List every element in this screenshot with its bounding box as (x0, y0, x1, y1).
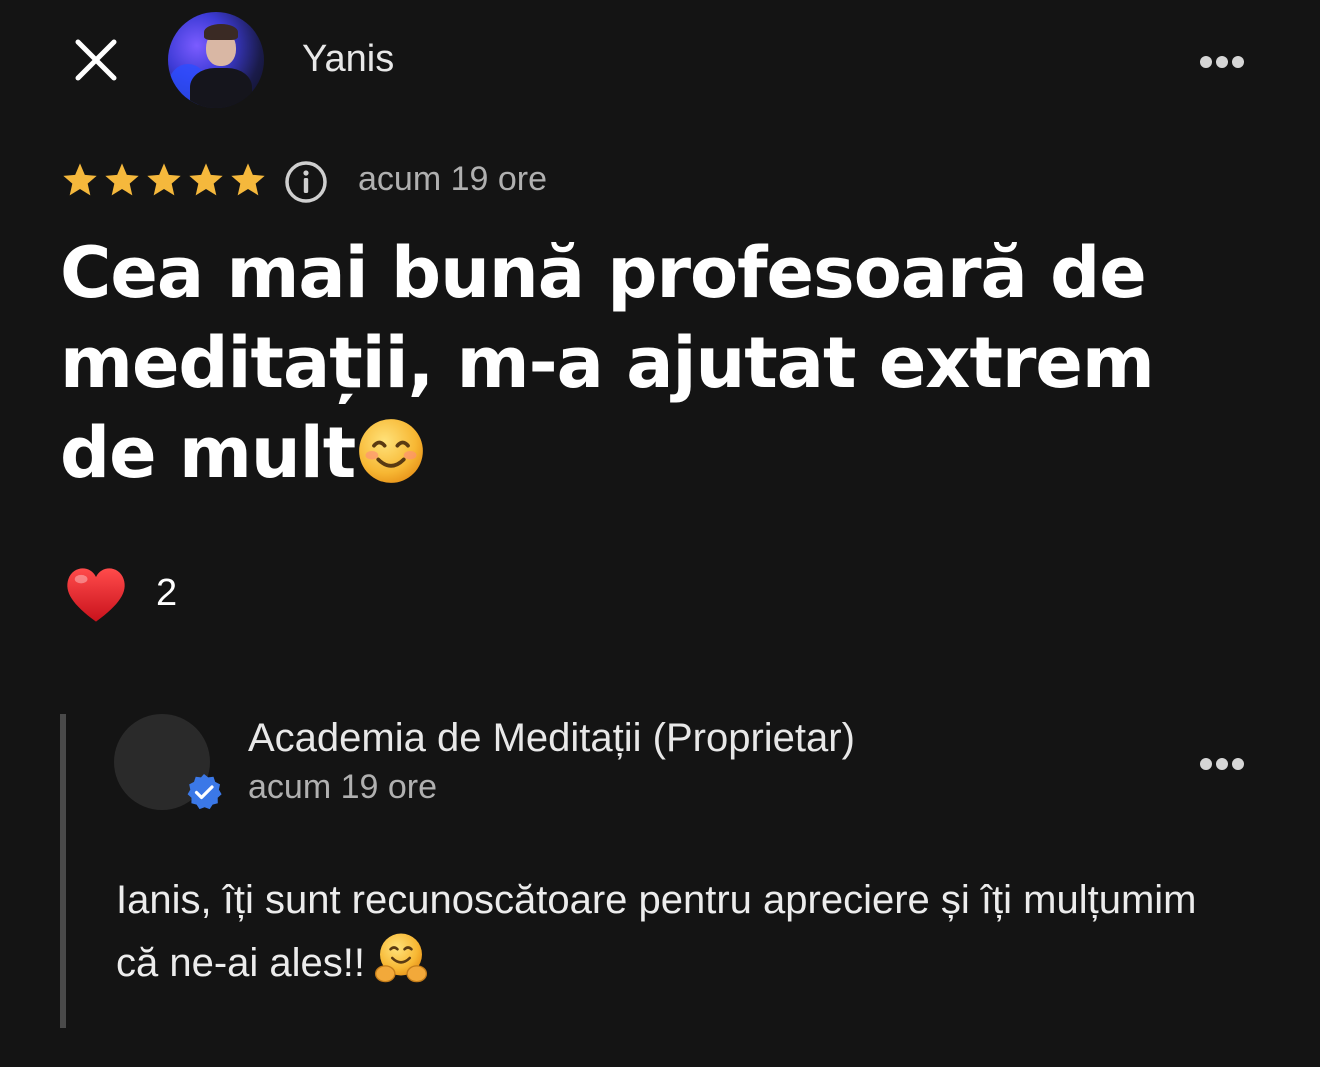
avatar[interactable] (168, 12, 264, 108)
owner-reply-time: acum 19 ore (248, 768, 437, 806)
more-dot (1200, 758, 1212, 770)
smiling-face-icon (359, 419, 424, 483)
more-dot (1200, 56, 1212, 68)
more-options-button[interactable] (1200, 53, 1252, 73)
reaction-count: 2 (156, 572, 178, 614)
star-icon (231, 163, 265, 196)
more-dot (1232, 758, 1244, 770)
more-dot (1232, 56, 1244, 68)
review-text: Cea mai bună profesoară de meditații, m-… (60, 228, 1240, 498)
reviewer-name[interactable]: Yanis (302, 38, 394, 81)
heart-icon[interactable] (62, 560, 130, 628)
reply-divider (60, 714, 66, 1028)
review-text-content: Cea mai bună profesoară de meditații, m-… (60, 232, 1155, 494)
more-dot (1216, 758, 1228, 770)
owner-name: Academia de Meditații (Proprietar) (248, 716, 855, 760)
star-icon (105, 163, 139, 196)
owner-reply-text-content: Ianis, îți sunt recunoscătoare pentru ap… (116, 878, 1197, 985)
star-icon (147, 163, 181, 196)
close-button[interactable] (70, 34, 122, 86)
star-rating (60, 160, 270, 200)
review-time: acum 19 ore (358, 160, 547, 198)
review-detail-screen: Yanis acum 19 ore Cea mai bună profesoar… (0, 0, 1320, 1067)
reply-more-options-button[interactable] (1200, 755, 1252, 775)
hugging-face-icon (375, 933, 428, 983)
star-icon (63, 163, 97, 196)
info-icon[interactable] (284, 160, 328, 204)
close-icon (75, 39, 117, 81)
verified-icon (187, 774, 222, 810)
more-dot (1216, 56, 1228, 68)
star-icon (189, 163, 223, 196)
owner-reply-text: Ianis, îți sunt recunoscătoare pentru ap… (116, 870, 1216, 993)
